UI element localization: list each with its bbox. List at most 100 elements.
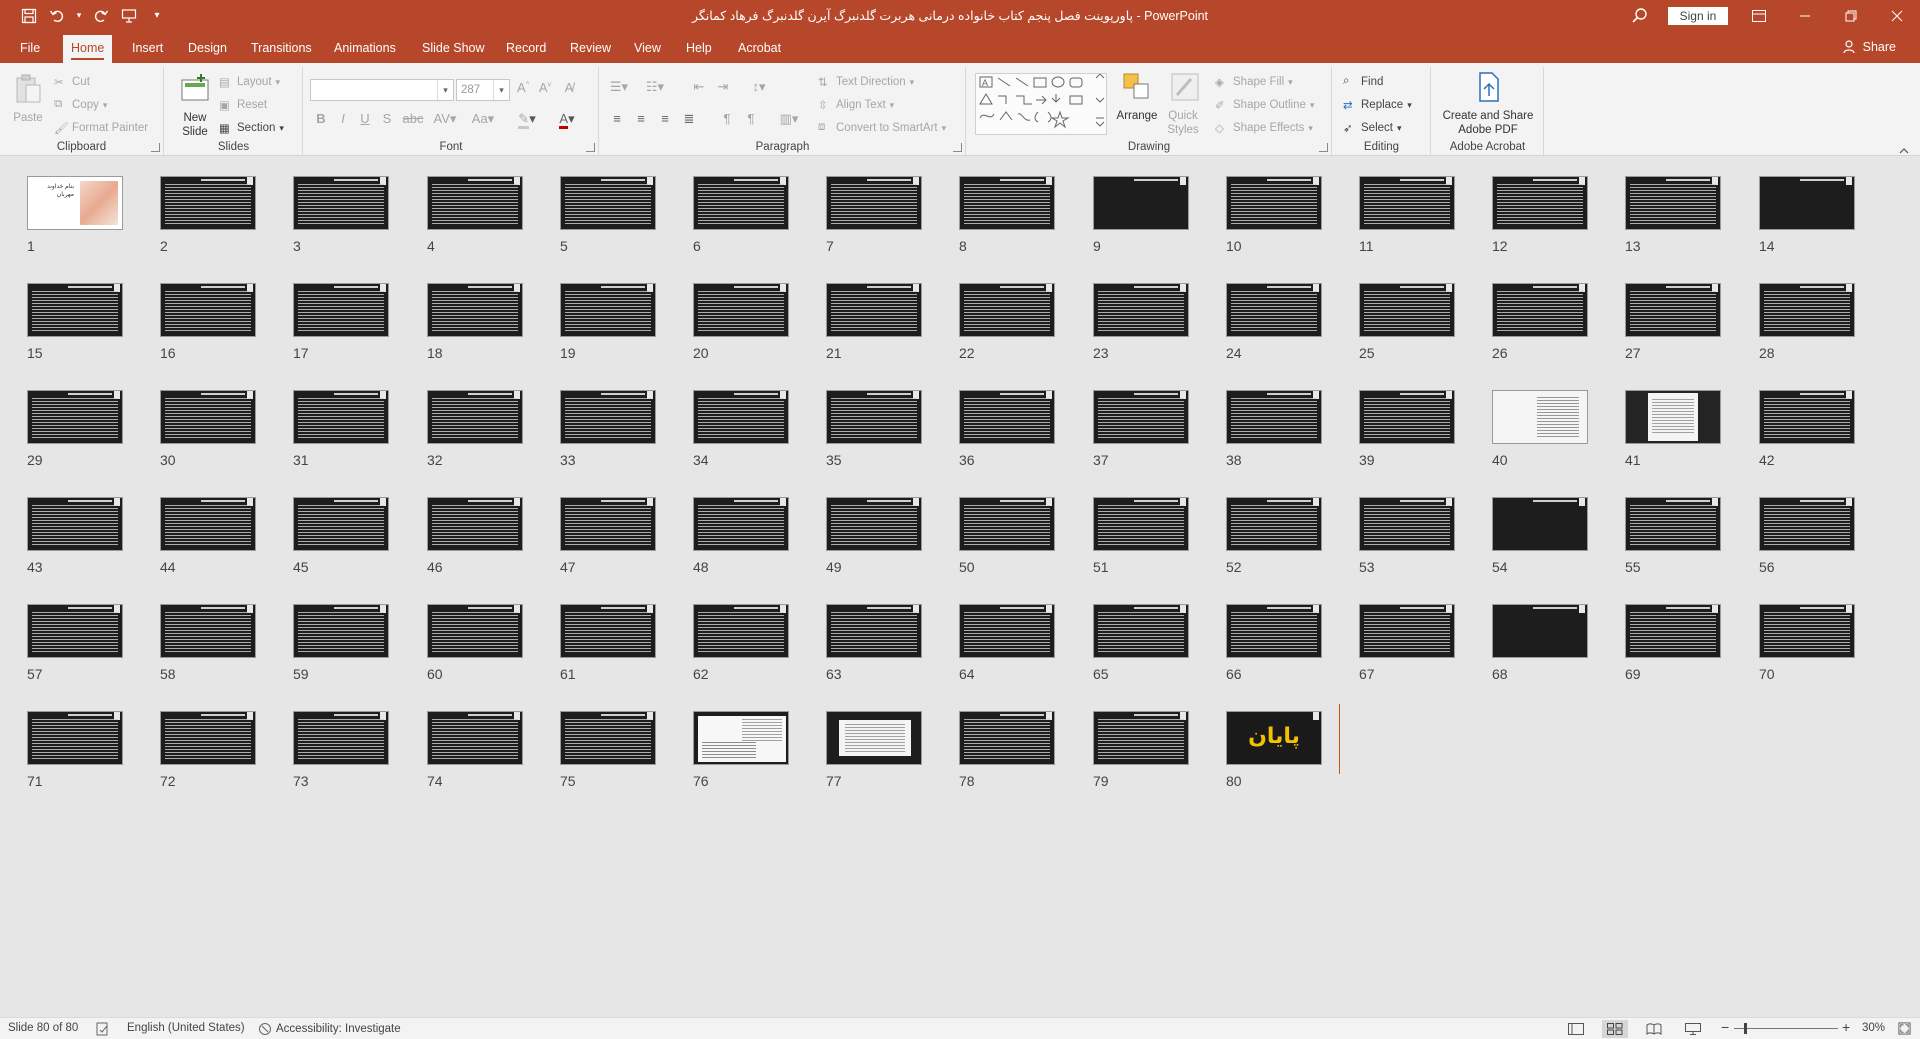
slide-thumbnail[interactable] bbox=[427, 711, 523, 765]
slide-thumbnail[interactable] bbox=[160, 604, 256, 658]
slide-thumbnail[interactable] bbox=[160, 390, 256, 444]
bold-icon[interactable]: B bbox=[312, 111, 330, 126]
columns-icon[interactable]: ▥▾ bbox=[776, 111, 802, 127]
slide-thumbnail[interactable] bbox=[693, 390, 789, 444]
slide-thumbnail[interactable] bbox=[1625, 283, 1721, 337]
slide-thumbnail[interactable] bbox=[1625, 390, 1721, 444]
slide-thumbnail[interactable] bbox=[693, 604, 789, 658]
slide-thumbnail[interactable] bbox=[1492, 390, 1588, 444]
align-right-icon[interactable]: ≡ bbox=[656, 111, 674, 126]
redo-icon[interactable] bbox=[90, 5, 112, 27]
minimize-icon[interactable] bbox=[1782, 0, 1828, 31]
tab-insert[interactable]: Insert bbox=[124, 35, 171, 63]
slide-thumbnail[interactable] bbox=[1226, 604, 1322, 658]
slide-thumbnail[interactable] bbox=[293, 497, 389, 551]
slide-thumbnail[interactable] bbox=[27, 604, 123, 658]
slide-thumbnail[interactable] bbox=[160, 283, 256, 337]
slide-thumbnail[interactable] bbox=[1093, 497, 1189, 551]
slide-thumbnail[interactable] bbox=[1492, 604, 1588, 658]
slide-thumbnail[interactable] bbox=[959, 390, 1055, 444]
slide-thumbnail[interactable] bbox=[160, 176, 256, 230]
slide-thumbnail[interactable] bbox=[959, 176, 1055, 230]
collapse-ribbon-icon[interactable] bbox=[1898, 145, 1910, 157]
slide-thumbnail[interactable] bbox=[293, 176, 389, 230]
sign-in-button[interactable]: Sign in bbox=[1668, 7, 1728, 25]
slide-thumbnail[interactable] bbox=[826, 604, 922, 658]
slide-thumbnail[interactable] bbox=[1492, 497, 1588, 551]
slide-thumbnail[interactable] bbox=[1625, 176, 1721, 230]
slide-thumbnail[interactable] bbox=[959, 604, 1055, 658]
zoom-out-icon[interactable]: − bbox=[1721, 1019, 1729, 1035]
zoom-slider[interactable] bbox=[1734, 1028, 1838, 1029]
slide-thumbnail[interactable] bbox=[693, 497, 789, 551]
format-painter-button[interactable]: 🖌 Format Painter bbox=[54, 121, 148, 135]
create-share-pdf-button[interactable]: Create and Share Adobe PDF bbox=[1438, 71, 1538, 137]
reset-button[interactable]: ▣ Reset bbox=[219, 98, 267, 112]
slide-thumbnail[interactable] bbox=[560, 604, 656, 658]
slide-thumbnail[interactable] bbox=[1226, 283, 1322, 337]
tab-view[interactable]: View bbox=[626, 35, 669, 63]
slide-thumbnail[interactable] bbox=[1359, 390, 1455, 444]
slide-thumbnail[interactable] bbox=[1093, 604, 1189, 658]
share-button[interactable]: Share bbox=[1843, 40, 1896, 54]
shape-outline-button[interactable]: ✐ Shape Outline ▾ bbox=[1215, 98, 1314, 112]
section-button[interactable]: ▦ Section ▾ bbox=[219, 121, 284, 135]
slide-thumbnail[interactable] bbox=[693, 283, 789, 337]
tab-design[interactable]: Design bbox=[180, 35, 235, 63]
slide-thumbnail[interactable] bbox=[293, 604, 389, 658]
start-from-beginning-icon[interactable] bbox=[118, 5, 140, 27]
text-shadow-icon[interactable]: S bbox=[378, 111, 396, 126]
line-spacing-icon[interactable]: ↕▾ bbox=[746, 79, 772, 95]
slide-thumbnail[interactable] bbox=[293, 390, 389, 444]
slide-thumbnail[interactable] bbox=[1359, 283, 1455, 337]
slide-thumbnail[interactable] bbox=[1359, 604, 1455, 658]
slide-thumbnail[interactable] bbox=[1625, 497, 1721, 551]
tab-acrobat[interactable]: Acrobat bbox=[730, 35, 789, 63]
font-size-combo[interactable]: 287 ▾ bbox=[456, 79, 510, 101]
slide-thumbnail[interactable] bbox=[1359, 497, 1455, 551]
slide-thumbnail[interactable] bbox=[959, 711, 1055, 765]
close-icon[interactable] bbox=[1874, 0, 1920, 31]
slide-thumbnail[interactable]: بنام خداوند مهربان bbox=[27, 176, 123, 230]
reading-view-icon[interactable] bbox=[1641, 1020, 1667, 1038]
tab-review[interactable]: Review bbox=[562, 35, 619, 63]
slide-thumbnail[interactable] bbox=[826, 390, 922, 444]
zoom-level[interactable]: 30% bbox=[1862, 1022, 1885, 1034]
slide-thumbnail[interactable] bbox=[560, 497, 656, 551]
slide-thumbnail[interactable] bbox=[427, 176, 523, 230]
slide-thumbnail[interactable] bbox=[27, 711, 123, 765]
slide-thumbnail[interactable] bbox=[560, 176, 656, 230]
normal-view-icon[interactable] bbox=[1563, 1020, 1589, 1038]
new-slide-button[interactable]: New Slide bbox=[175, 73, 215, 139]
slide-thumbnail[interactable] bbox=[1759, 283, 1855, 337]
increase-indent-icon[interactable]: ⇥ bbox=[714, 79, 732, 95]
slide-thumbnail[interactable] bbox=[1759, 176, 1855, 230]
tab-slide-show[interactable]: Slide Show bbox=[414, 35, 493, 63]
bullets-icon[interactable]: ☰▾ bbox=[606, 79, 632, 95]
tab-file[interactable]: File bbox=[12, 35, 48, 63]
slide-thumbnail[interactable] bbox=[1759, 497, 1855, 551]
language-indicator[interactable]: English (United States) bbox=[127, 1022, 245, 1034]
tab-home[interactable]: Home bbox=[63, 35, 113, 63]
slide-thumbnail[interactable] bbox=[1759, 390, 1855, 444]
slide-thumbnail[interactable] bbox=[427, 390, 523, 444]
search-icon[interactable] bbox=[1630, 6, 1650, 26]
decrease-font-icon[interactable]: Av bbox=[536, 80, 554, 95]
slide-thumbnail[interactable] bbox=[826, 711, 922, 765]
restore-icon[interactable] bbox=[1828, 0, 1874, 31]
slide-thumbnail[interactable] bbox=[560, 390, 656, 444]
increase-font-icon[interactable]: A^ bbox=[514, 80, 532, 95]
decrease-indent-icon[interactable]: ⇤ bbox=[690, 79, 708, 95]
rtl-icon[interactable]: ¶ bbox=[742, 111, 760, 126]
slide-thumbnail[interactable]: پایان bbox=[1226, 711, 1322, 765]
slide-thumbnail[interactable] bbox=[1226, 176, 1322, 230]
slide-thumbnail[interactable] bbox=[1093, 283, 1189, 337]
undo-dropdown-icon[interactable]: ▾ bbox=[74, 5, 84, 27]
slide-thumbnail[interactable] bbox=[293, 711, 389, 765]
tab-record[interactable]: Record bbox=[498, 35, 554, 63]
tab-transitions[interactable]: Transitions bbox=[243, 35, 320, 63]
underline-icon[interactable]: U bbox=[356, 111, 374, 126]
justify-icon[interactable]: ≣ bbox=[680, 111, 698, 127]
slide-thumbnail[interactable] bbox=[959, 497, 1055, 551]
customize-qat-icon[interactable]: ▾ bbox=[146, 5, 168, 27]
